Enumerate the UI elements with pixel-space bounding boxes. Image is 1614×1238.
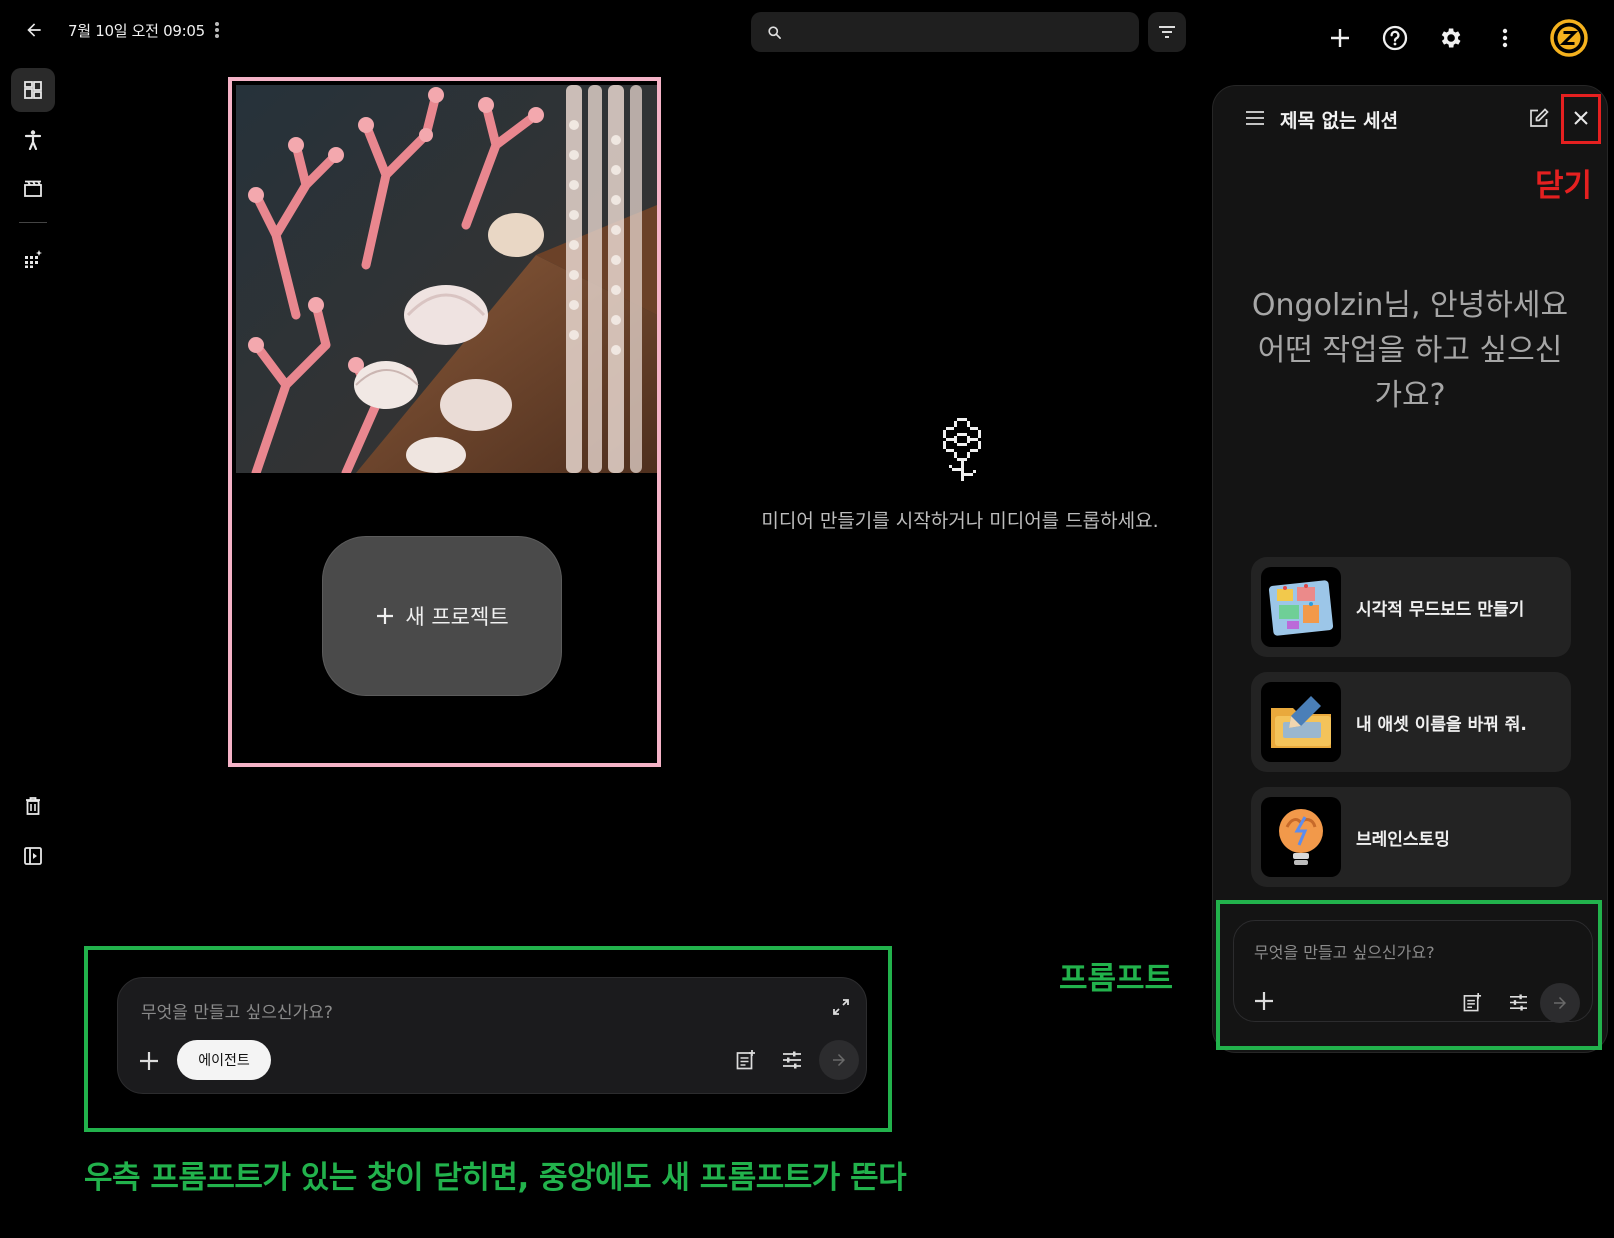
empty-state-message: 미디어 만들기를 시작하거나 미디어를 드롭하세요.	[761, 510, 1159, 532]
brainstorm-thumbnail	[1261, 797, 1341, 877]
more-vert-icon	[1502, 28, 1508, 48]
help-button[interactable]	[1377, 20, 1413, 56]
add-button[interactable]	[1322, 20, 1358, 56]
tune-icon	[1509, 993, 1527, 1011]
expand-button[interactable]	[828, 994, 854, 1020]
suggestion-card-moodboard[interactable]: 시각적 무드보드 만들기	[1251, 557, 1571, 657]
title-more-button[interactable]	[207, 18, 227, 42]
rail-item-side-panel-toggle[interactable]	[11, 834, 55, 878]
dashboard-icon	[24, 81, 42, 99]
search-input[interactable]	[751, 12, 1139, 52]
search-icon	[768, 26, 781, 39]
flower-pixel-icon	[943, 418, 981, 481]
avatar[interactable]	[1549, 18, 1589, 58]
panel-menu-button[interactable]	[1239, 102, 1271, 134]
greeting-line-1: Ongolzin님, 안녕하세요	[1251, 288, 1569, 323]
expand-icon	[833, 999, 849, 1015]
lightbulb-brain-icon	[1279, 809, 1323, 865]
panel-edit-button[interactable]	[1523, 102, 1555, 134]
side-send-button[interactable]	[1540, 983, 1580, 1023]
edit-note-icon	[1530, 108, 1549, 127]
close-button-highlight	[1561, 94, 1601, 144]
gear-icon	[1441, 28, 1461, 48]
side-prompt-input[interactable]: 무엇을 만들고 싶으신가요?	[1254, 939, 1435, 963]
session-date-title: 7월 10일 오전 09:05	[68, 22, 205, 40]
filter-icon	[1159, 26, 1175, 38]
trash-icon	[26, 797, 40, 815]
side-attach-button[interactable]	[1248, 985, 1280, 1017]
side-panel-icon	[24, 847, 42, 865]
arrow-right-icon	[1554, 997, 1566, 1009]
rail-item-accessibility[interactable]	[11, 118, 55, 162]
side-prompt-settings-button[interactable]	[1503, 987, 1533, 1017]
back-button[interactable]	[18, 14, 50, 46]
main-prompt-settings-button[interactable]	[776, 1044, 808, 1076]
rail-item-dashboard[interactable]	[11, 68, 55, 112]
note-add-icon	[1463, 992, 1481, 1011]
project-card[interactable]: 새 프로젝트	[228, 77, 661, 767]
new-project-button[interactable]: 새 프로젝트	[322, 536, 562, 696]
clapperboard-icon	[24, 180, 42, 197]
annotation-close-label: 닫기	[1535, 168, 1593, 204]
panel-title: 제목 없는 세션	[1280, 110, 1399, 132]
plus-icon	[140, 1052, 158, 1070]
main-prompt-input[interactable]: 무엇을 만들고 싶으신가요?	[141, 998, 333, 1023]
settings-button[interactable]	[1432, 20, 1468, 56]
coral-shells-photo	[236, 85, 657, 473]
main-prompt-box[interactable]: 무엇을 만들고 싶으신가요? 에이전트	[117, 977, 867, 1094]
arrow-right-icon	[833, 1054, 845, 1066]
rail-item-trash[interactable]	[11, 784, 55, 828]
accessibility-person-icon	[24, 130, 42, 150]
arrow-left-icon	[27, 23, 41, 37]
greeting-line-3: 가요?	[1374, 378, 1446, 413]
project-thumbnail-image[interactable]	[236, 85, 657, 473]
plus-icon	[377, 608, 394, 624]
tune-icon	[783, 1051, 801, 1069]
main-attach-button[interactable]	[132, 1044, 166, 1078]
suggestion-card-brainstorm[interactable]: 브레인스토밍	[1251, 787, 1571, 887]
note-add-icon	[736, 1050, 755, 1070]
greeting-line-2: 어떤 작업을 하고 싶으신	[1257, 333, 1563, 368]
more-vert-icon	[215, 22, 219, 38]
apps-sparkle-icon	[25, 250, 42, 268]
side-prompt-notes-button[interactable]	[1457, 987, 1487, 1017]
suggestion-label: 내 애셋 이름을 바꿔 줘.	[1356, 715, 1527, 735]
rail-item-apps[interactable]	[11, 237, 55, 281]
help-icon	[1382, 25, 1408, 51]
annotation-caption: 우측 프롬프트가 있는 창이 닫히면, 중앙에도 새 프롬프트가 뜬다	[84, 1160, 907, 1196]
annotation-prompt-label: 프롬프트	[1059, 961, 1174, 997]
filter-button[interactable]	[1148, 12, 1186, 52]
moodboard-icon	[1268, 580, 1334, 636]
suggestion-label: 시각적 무드보드 만들기	[1356, 600, 1525, 620]
rename-assets-thumbnail	[1261, 682, 1341, 762]
hamburger-menu-icon	[1246, 111, 1264, 125]
plus-icon	[1255, 992, 1273, 1010]
rail-item-video[interactable]	[11, 166, 55, 210]
main-send-button[interactable]	[819, 1040, 859, 1080]
folder-pencil-icon	[1271, 696, 1331, 748]
rail-divider	[19, 222, 47, 223]
panel-greeting: Ongolzin님, 안녕하세요 어떤 작업을 하고 싶으신 가요?	[1240, 283, 1580, 418]
moodboard-thumbnail	[1261, 567, 1341, 647]
plus-icon	[1331, 29, 1349, 47]
side-prompt-box[interactable]: 무엇을 만들고 싶으신가요?	[1233, 920, 1593, 1023]
suggestion-label: 브레인스토밍	[1356, 830, 1450, 850]
main-prompt-notes-button[interactable]	[730, 1044, 762, 1076]
new-project-label: 새 프로젝트	[405, 605, 509, 629]
avatar-z-icon	[1550, 19, 1588, 57]
suggestion-card-rename-assets[interactable]: 내 애셋 이름을 바꿔 줘.	[1251, 672, 1571, 772]
overflow-menu-button[interactable]	[1487, 20, 1523, 56]
agent-chip[interactable]: 에이전트	[177, 1040, 271, 1080]
